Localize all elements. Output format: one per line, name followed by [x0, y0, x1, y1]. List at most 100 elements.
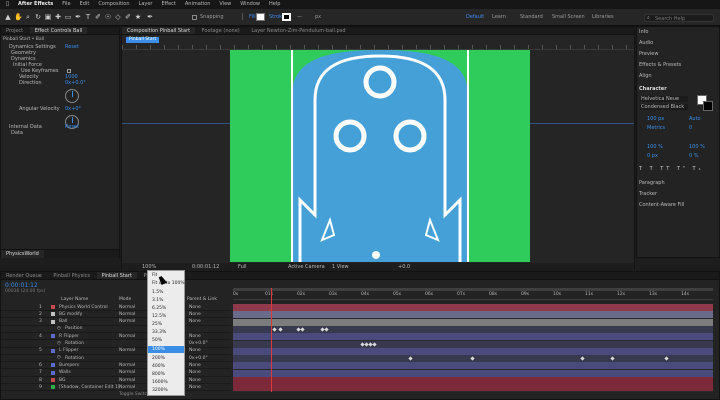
rotate-tool-icon[interactable]: ↻ [34, 13, 42, 21]
layer-parent-dropdown[interactable]: None [189, 320, 201, 325]
use-keyframes-checkbox[interactable] [67, 69, 71, 73]
effect-row-data[interactable]: Data [3, 131, 117, 137]
layer-mode-dropdown[interactable]: Normal [119, 312, 135, 318]
zoom-option[interactable]: Fit up to 100% [152, 280, 185, 287]
direction-dial[interactable] [65, 89, 79, 103]
zoom-option[interactable]: 50% [152, 337, 162, 344]
layer-duration-bar[interactable] [233, 384, 713, 392]
layer-duration-bar[interactable] [233, 318, 713, 326]
zoom-option[interactable]: 200% [152, 355, 165, 362]
tracking-value[interactable]: 0 [689, 126, 717, 132]
layer-mode-dropdown[interactable]: Normal [119, 363, 135, 369]
search-help-field[interactable]: ⌕ Search Help [644, 14, 714, 22]
property-row[interactable]: ◷ Rotation 0x+0.0° [1, 355, 231, 363]
apple-menu-icon[interactable]:  [6, 2, 9, 7]
menu-animation[interactable]: Animation [185, 2, 211, 7]
fill-label[interactable]: Fill [249, 15, 256, 20]
exposure-value[interactable]: +0.0 [398, 265, 410, 270]
layer-parent-dropdown[interactable]: None [189, 385, 201, 391]
layer-name[interactable]: Bumpers [59, 363, 79, 369]
layer-mode-dropdown[interactable]: Normal [119, 305, 135, 311]
layer-row[interactable]: 4 R Flipper Normal None [1, 333, 231, 341]
fill-swatch[interactable] [256, 13, 265, 21]
clone-stamp-tool-icon[interactable]: ☉ [104, 13, 112, 21]
workspace-standard[interactable]: Standard [520, 15, 543, 20]
layer-parent-dropdown[interactable]: None [189, 371, 201, 376]
layer-label-color[interactable] [51, 334, 55, 339]
layer-name[interactable]: Walls [59, 371, 71, 376]
layer-name[interactable]: L Flipper [59, 349, 78, 354]
layer-parent-dropdown[interactable]: None [189, 305, 201, 311]
workspace-libraries[interactable]: Libraries [592, 15, 614, 20]
stroke-width-field[interactable]: — [297, 15, 302, 20]
composition-canvas[interactable] [230, 50, 530, 262]
text-style-buttons[interactable]: T T TT Tᵀ T₁ [639, 167, 717, 173]
rectangle-tool-icon[interactable]: ▭ [64, 13, 72, 21]
playhead[interactable] [271, 288, 272, 392]
pen-tool-icon[interactable]: ✒ [74, 13, 82, 21]
font-style-dropdown[interactable]: Condensed Black [640, 104, 688, 110]
layer-name[interactable]: [Shadow, Container Edit 1] [59, 385, 120, 391]
layer-row[interactable]: 9 [Shadow, Container Edit 1] Normal None [1, 384, 231, 392]
panel-effects-presets[interactable]: Effects & Presets [639, 63, 717, 69]
effect-row-direction[interactable]: Direction 0x+0.0° [3, 81, 117, 87]
puppet-tool-icon[interactable]: ★ [134, 13, 142, 21]
layer-label-color[interactable] [51, 348, 55, 353]
zoom-option[interactable]: 33.3% [152, 329, 166, 336]
roto-brush-tool-icon[interactable]: ✐ [124, 13, 132, 21]
brush-tool-icon[interactable]: ✐ [94, 13, 102, 21]
layer-row[interactable]: 7 Walls Normal None [1, 370, 231, 377]
layer-row[interactable]: 2 BG modify Normal None [1, 311, 231, 319]
layer-duration-bar[interactable] [233, 325, 713, 333]
layer-parent-dropdown[interactable]: None [189, 312, 201, 318]
tsume-value[interactable]: 0 % [689, 154, 717, 160]
layer-row[interactable]: 5 L Flipper Normal None [1, 348, 231, 355]
zoom-option[interactable]: Fit [152, 272, 157, 279]
layer-parent-dropdown[interactable]: 0x+0.0° [189, 341, 208, 347]
layer-label-color[interactable] [51, 319, 55, 324]
property-row[interactable]: ◷ Position [1, 326, 231, 333]
tab-project[interactable]: Project [1, 27, 28, 34]
layer-name[interactable]: Rotation [65, 356, 84, 362]
work-area-bar[interactable] [233, 288, 713, 291]
layer-row[interactable]: 6 Bumpers Normal None [1, 362, 231, 370]
layer-name[interactable]: Rotation [65, 341, 84, 347]
workspace-default[interactable]: Default [466, 15, 484, 20]
layer-label-color[interactable] [51, 363, 55, 368]
zoom-option[interactable]: 800% [152, 371, 165, 378]
panel-info[interactable]: Info [639, 30, 717, 36]
internal-data-reset-button[interactable]: Reset [65, 125, 79, 130]
extra-tool-icon[interactable]: ✒ [146, 13, 154, 21]
menu-help[interactable]: Help [269, 2, 280, 7]
layer-parent-dropdown[interactable]: None [189, 349, 201, 354]
panel-content-aware-fill[interactable]: Content-Aware Fill [639, 203, 717, 209]
zoom-option[interactable]: 3.1% [152, 297, 163, 304]
zoom-option[interactable]: 400% [152, 363, 165, 370]
layer-duration-bar[interactable] [233, 347, 713, 355]
zoom-option[interactable]: 6.25% [152, 305, 166, 312]
tab-physics-world[interactable]: PhysicsWorld [1, 250, 44, 258]
hand-tool-icon[interactable]: ✋ [14, 13, 23, 21]
panel-align[interactable]: Align [639, 74, 717, 80]
panel-paragraph[interactable]: Paragraph [639, 181, 717, 187]
panel-preview[interactable]: Preview [639, 52, 717, 58]
layer-row[interactable]: 8 BG Normal None [1, 377, 231, 384]
layer-mode-dropdown[interactable]: Normal [119, 385, 135, 391]
property-row[interactable]: ◷ Rotation 0x+0.0° [1, 341, 231, 348]
current-time-display[interactable]: 0:00:01:12 [192, 265, 219, 270]
zoom-option[interactable]: 1.5% [152, 289, 163, 296]
layer-parent-dropdown[interactable]: None [189, 334, 201, 340]
layer-parent-dropdown[interactable]: None [189, 363, 201, 369]
reset-button[interactable]: Reset [65, 45, 79, 50]
layer-row[interactable]: 3 Ball Normal None [1, 319, 231, 326]
composition-breadcrumb[interactable]: Pinball Start [126, 37, 160, 43]
menu-edit[interactable]: Edit [80, 2, 90, 7]
view-layout-dropdown[interactable]: 1 View [332, 265, 349, 270]
stroke-swatch[interactable] [282, 13, 291, 21]
zoom-option[interactable]: 12.5% [152, 313, 166, 320]
layer-label-color[interactable] [51, 312, 55, 317]
layer-mode-dropdown[interactable]: Normal [119, 334, 135, 340]
panel-tracker[interactable]: Tracker [639, 192, 717, 198]
font-family-dropdown[interactable]: Helvetica Neue [640, 96, 688, 102]
layer-mode-dropdown[interactable]: Normal [119, 320, 135, 325]
